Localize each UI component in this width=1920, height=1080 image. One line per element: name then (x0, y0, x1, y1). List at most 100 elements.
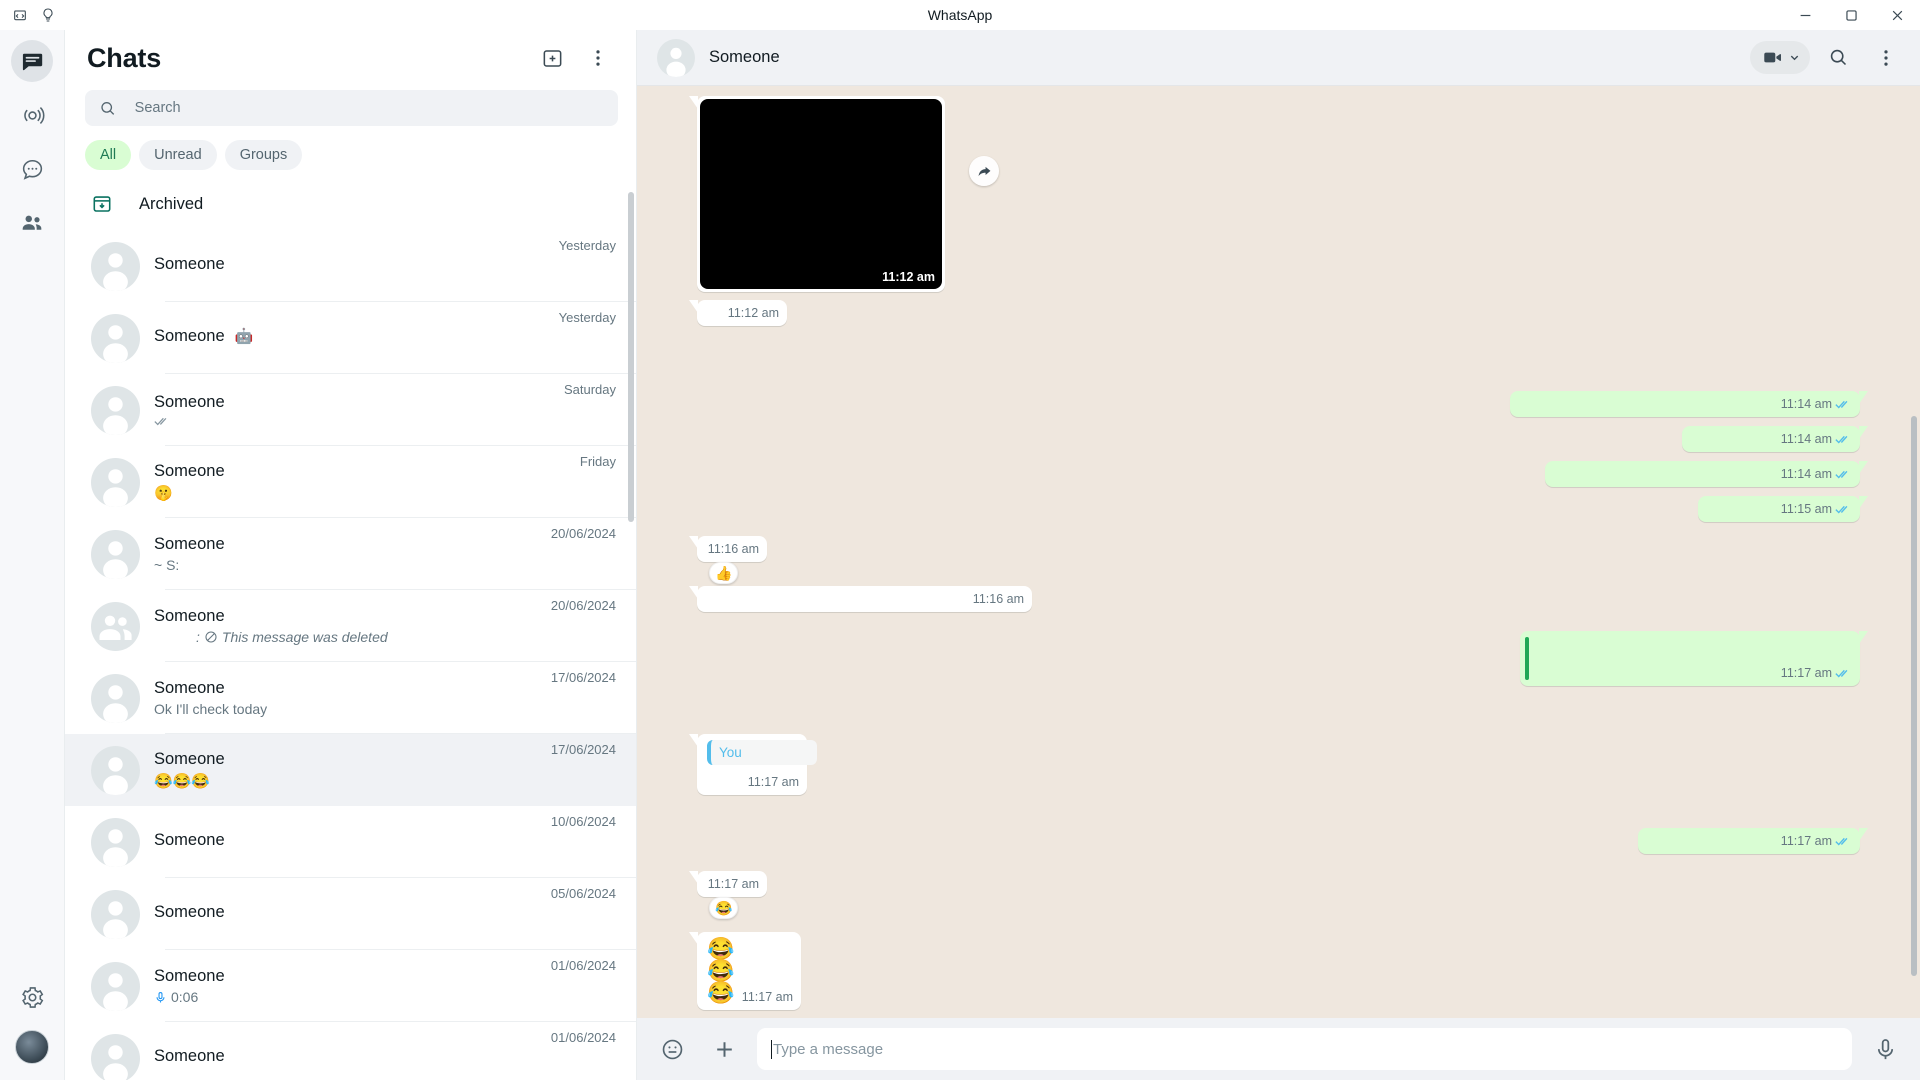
message-bubble[interactable]: 11:14 am (1682, 426, 1868, 452)
sidebar-item-settings[interactable] (11, 976, 53, 1018)
search-input[interactable] (134, 100, 604, 116)
message-bubble[interactable]: 11:17 am (689, 871, 767, 897)
chat-list-item[interactable]: Someone 0:06 01/06/2024 (65, 950, 636, 1022)
message-timestamp: 11:17 am (741, 990, 793, 1004)
avatar (91, 673, 140, 723)
video-camera-icon (1764, 52, 1781, 63)
conversation-scroll-thumb[interactable] (1911, 416, 1917, 976)
message-bubble[interactable]: 11:14 am (1545, 461, 1868, 487)
chat-item-top: Someone (154, 1047, 543, 1066)
avatar (91, 817, 140, 867)
conversation-scrollbar[interactable] (1911, 86, 1917, 1018)
message-row: 11:17 am (1520, 631, 1868, 686)
chat-preview: 😂😂😂 (154, 773, 211, 790)
tips-bulb-icon[interactable] (40, 7, 56, 23)
conversation-menu-button[interactable] (1866, 38, 1906, 78)
message-bubble[interactable]: 11:15 am (1698, 496, 1868, 522)
message-bubble[interactable]: 11:17 am (1520, 631, 1868, 686)
read-receipt-icon (1835, 400, 1848, 409)
quoted-message[interactable]: You (707, 740, 817, 765)
message-bubble[interactable]: 11:14 am (1510, 391, 1868, 417)
chat-item-body: Someone (154, 831, 551, 853)
message-row: 11:12 am (689, 96, 999, 292)
composer-bar (637, 1018, 1920, 1080)
voice-message-button[interactable] (1866, 1030, 1904, 1068)
chat-list-menu-button[interactable] (578, 38, 618, 78)
minimize-button[interactable] (1782, 0, 1828, 30)
chat-list-scroll-thumb[interactable] (628, 192, 634, 522)
plus-icon (716, 1041, 732, 1057)
message-input-container[interactable] (757, 1028, 1852, 1070)
message-input[interactable] (773, 1040, 1838, 1058)
message-reaction[interactable]: 👍 (709, 562, 739, 584)
chat-list-pane: Chats Search All Unread Groups Archived … (65, 30, 637, 1080)
chat-list-item[interactable]: Someone: This message was deleted 20/06/20… (65, 590, 636, 662)
devtools-icon[interactable] (12, 7, 28, 23)
chat-item-body: Someone ~ S: (154, 535, 551, 573)
message-timestamp: 11:16 am (972, 592, 1024, 606)
maximize-button[interactable] (1828, 0, 1874, 30)
chat-list-item[interactable]: Someone 🤫 Friday (65, 446, 636, 518)
chat-item-body: Someone (154, 1047, 551, 1069)
message-meta: 11:16 am (973, 592, 1024, 606)
sidebar-item-status[interactable] (11, 94, 53, 136)
chat-item-body: Someone 🤖 (154, 327, 559, 349)
filter-chip-all[interactable]: All (85, 140, 132, 170)
chat-title-emoji: 🤖 (234, 328, 254, 345)
chat-timestamp: 10/06/2024 (550, 814, 616, 829)
search-box[interactable] (85, 90, 618, 126)
message-timestamp: 11:17 am (1780, 834, 1832, 848)
profile-avatar[interactable] (15, 1030, 49, 1064)
chat-list-item[interactable]: Someone 05/06/2024 (65, 878, 636, 950)
message-bubble[interactable]: 11:12 am (689, 300, 787, 326)
chat-list-item[interactable]: Someone 10/06/2024 (65, 806, 636, 878)
sidebar-item-communities[interactable] (11, 202, 53, 244)
chat-list-scrollbar[interactable] (628, 178, 634, 1080)
contact-name: Someone (709, 48, 780, 66)
forward-button[interactable] (969, 156, 999, 186)
chat-list-item[interactable]: Someone ~ S: 20/06/2024 (65, 518, 636, 590)
read-receipt-icon (1835, 837, 1848, 846)
archived-entry[interactable]: Archived (65, 178, 636, 230)
sidebar-item-channels[interactable] (11, 148, 53, 190)
navigation-rail (0, 30, 65, 1080)
conversation-search-button[interactable] (1818, 38, 1858, 78)
message-bubble[interactable]: You 11:17 am (689, 734, 817, 795)
person-avatar-icon (103, 684, 128, 723)
chat-list-header: Chats (65, 30, 636, 86)
chat-item-top: Someone (154, 535, 543, 554)
new-chat-button[interactable] (532, 38, 572, 78)
close-button[interactable] (1874, 0, 1920, 30)
chat-item-body: Someone: This message was deleted (154, 607, 551, 645)
chat-list-item[interactable]: Someone 😂😂😂 17/06/2024 (65, 734, 636, 806)
chat-list-item[interactable]: Someone 01/06/2024 (65, 1022, 636, 1080)
video-thumbnail[interactable]: 11:12 am (700, 99, 942, 289)
message-bubble[interactable]: 11:12 am (689, 96, 945, 292)
chat-name: Someone (154, 462, 225, 480)
filter-chip-groups[interactable]: Groups (224, 140, 303, 170)
contact-avatar[interactable] (657, 38, 695, 77)
person-avatar-icon (666, 47, 686, 77)
read-receipt-icon (154, 417, 167, 426)
chat-list-item[interactable]: Someone Ok I'll check today 17/06/2024 (65, 662, 636, 734)
filter-chip-unread[interactable]: Unread (139, 140, 217, 170)
message-timestamp: 11:17 am (747, 775, 799, 789)
sidebar-item-chats[interactable] (11, 40, 53, 82)
avatar (91, 1033, 140, 1080)
chat-list-item[interactable]: Someone Yesterday (65, 230, 636, 302)
message-bubble[interactable]: 11:16 am (689, 586, 1032, 612)
chat-list-item[interactable]: Someone Saturday (65, 374, 636, 446)
message-bubble[interactable]: 11:16 am (689, 536, 767, 562)
attach-button[interactable] (705, 1030, 743, 1068)
message-bubble[interactable]: 😂😂😂 11:17 am (689, 932, 801, 1010)
video-call-button[interactable] (1750, 41, 1810, 74)
bubble-tail (689, 586, 698, 599)
chat-list-item[interactable]: Someone 🤖 Yesterday (65, 302, 636, 374)
forward-icon (978, 166, 990, 176)
chat-timestamp: Yesterday (558, 310, 616, 325)
message-bubble[interactable]: 11:17 am (1638, 828, 1868, 854)
message-reaction[interactable]: 😂 (709, 897, 739, 919)
emoji-button[interactable] (653, 1030, 691, 1068)
chat-item-top: Someone (154, 255, 551, 274)
avatar (91, 313, 140, 363)
